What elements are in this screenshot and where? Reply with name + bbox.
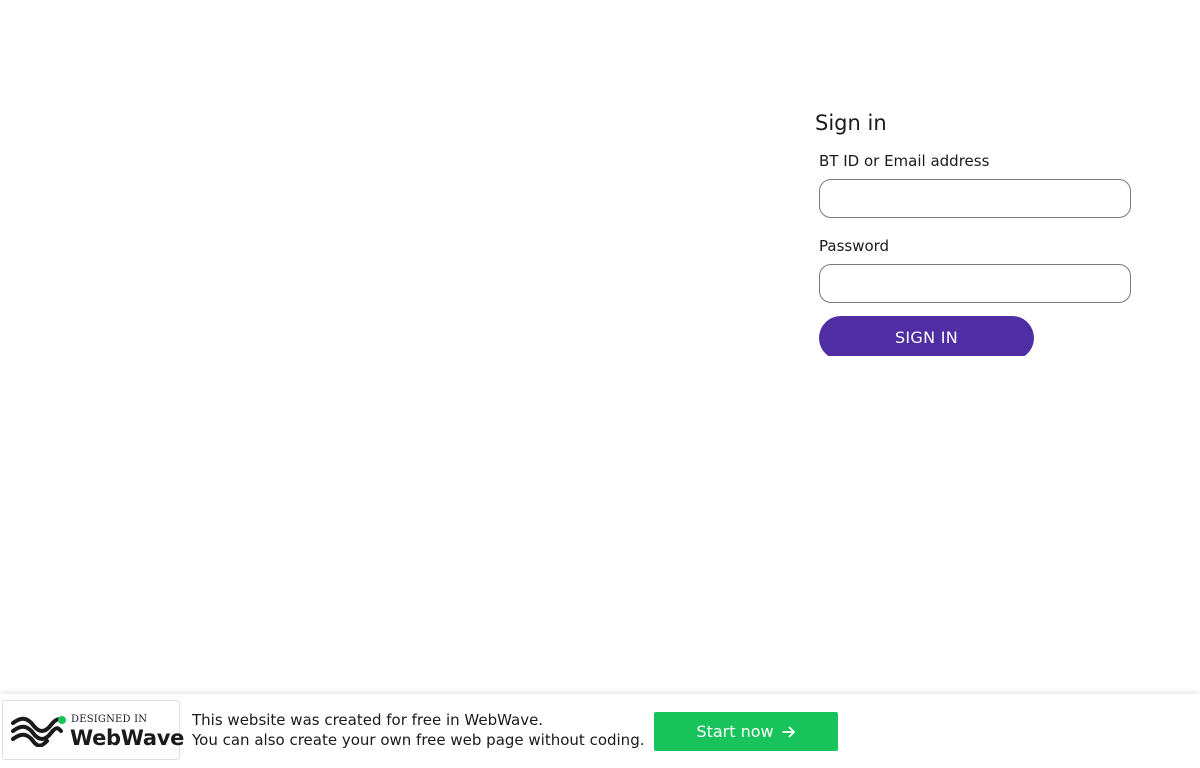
banner-text: This website was created for free in Web… — [192, 710, 644, 750]
password-field-label: Password — [819, 237, 890, 255]
password-input[interactable] — [819, 264, 1131, 303]
banner-line-1: This website was created for free in Web… — [192, 711, 544, 729]
webwave-wave-icon — [11, 716, 65, 747]
signin-button-wrapper: SIGN IN — [819, 316, 1034, 356]
signin-title: Sign in — [815, 111, 887, 135]
logo-webwave: WebWave — [70, 726, 185, 750]
id-email-input[interactable] — [819, 179, 1131, 218]
signin-button[interactable]: SIGN IN — [819, 316, 1034, 356]
start-now-button[interactable]: Start now — [654, 712, 838, 751]
start-now-label: Start now — [696, 722, 774, 741]
banner-line-2: You can also create your own free web pa… — [192, 731, 645, 749]
logo-dot — [58, 716, 66, 724]
arrow-right-icon — [781, 726, 795, 737]
id-field-label: BT ID or Email address — [819, 152, 990, 170]
webwave-banner: DESIGNED IN WebWave This website was cre… — [0, 694, 1200, 768]
signin-form: Sign in BT ID or Email address Password … — [815, 108, 1135, 356]
logo-designed-in: DESIGNED IN — [71, 714, 148, 725]
webwave-logo[interactable]: DESIGNED IN WebWave — [2, 700, 184, 760]
page: Sign in BT ID or Email address Password … — [0, 0, 1200, 768]
